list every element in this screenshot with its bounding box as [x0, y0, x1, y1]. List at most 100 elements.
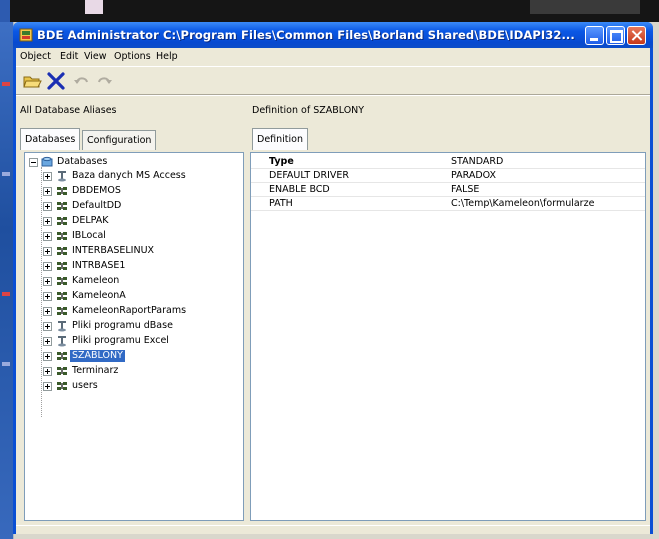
menu-object[interactable]: Object [20, 51, 51, 62]
tree-item-label: INTERBASELINUX [72, 245, 155, 256]
tree-item[interactable]: SZABLONY [25, 349, 235, 364]
tab-definition[interactable]: Definition [252, 128, 309, 150]
menu-divider [16, 66, 650, 67]
odbc-icon [58, 321, 66, 332]
tree-item-label: DBDEMOS [72, 185, 121, 196]
tree-item[interactable]: users [25, 379, 235, 394]
tree-item[interactable]: Terminarz [25, 364, 235, 379]
title-bar[interactable]: BDE Administrator C:\Program Files\Commo… [13, 22, 653, 48]
tree-item-label: Baza danych MS Access [72, 170, 186, 181]
database-icon [57, 202, 67, 210]
definition-grid[interactable]: Type STANDARD DEFAULT DRIVER PARADOX ENABLE … [250, 152, 646, 521]
menu-edit[interactable]: Edit [60, 51, 78, 62]
tree-item[interactable]: KameleonRaportParams [25, 304, 235, 319]
tree-root[interactable]: Databases [25, 155, 235, 170]
tree-item-label: IBLocal [72, 230, 106, 241]
window-client-area: Object Edit View Options Help All Databa… [16, 48, 650, 534]
tree-item[interactable]: Pliki programu dBase [25, 319, 235, 334]
database-icon [57, 352, 67, 360]
tab-databases[interactable]: Databases [20, 128, 81, 150]
status-bar [16, 525, 650, 535]
menu-view[interactable]: View [84, 51, 107, 62]
tree-item-label: Pliki programu Excel [72, 335, 169, 346]
expand-icon[interactable] [43, 172, 52, 181]
definition-key: Type [269, 156, 294, 167]
panel-splitter[interactable] [245, 103, 249, 523]
tree-root-label: Databases [57, 156, 108, 167]
tree-item-label: users [72, 380, 98, 391]
databases-folder-icon [41, 156, 53, 167]
maximize-button[interactable] [606, 26, 625, 45]
tree-item-label: KameleonA [72, 290, 126, 301]
expand-icon[interactable] [43, 202, 52, 211]
tree-item-label: DELPAK [72, 215, 109, 226]
minimize-button[interactable] [585, 26, 604, 45]
definition-row[interactable]: Type STANDARD [251, 155, 645, 169]
tree-item-label: Pliki programu dBase [72, 320, 173, 331]
definition-key: DEFAULT DRIVER [269, 170, 349, 181]
close-button[interactable] [627, 26, 646, 45]
database-icon [57, 292, 67, 300]
tree-item-label: INTRBASE1 [72, 260, 126, 271]
database-icon [57, 382, 67, 390]
expand-icon[interactable] [43, 247, 52, 256]
expand-icon[interactable] [43, 337, 52, 346]
desktop-top-strip [0, 0, 659, 22]
menu-options[interactable]: Options [114, 51, 151, 62]
tree-item[interactable]: Pliki programu Excel [25, 334, 235, 349]
database-icon [57, 247, 67, 255]
tree-item-label: Kameleon [72, 275, 120, 286]
definition-row[interactable]: DEFAULT DRIVER PARADOX [251, 169, 645, 183]
tree-item[interactable]: DBDEMOS [25, 184, 235, 199]
tree-item-label: SZABLONY [70, 350, 125, 362]
tree-item[interactable]: Kameleon [25, 274, 235, 289]
definition-value[interactable]: C:\Temp\Kameleon\formularze [451, 198, 594, 209]
tree-item[interactable]: IBLocal [25, 229, 235, 244]
window-title: BDE Administrator C:\Program Files\Commo… [37, 28, 575, 42]
database-icon [57, 187, 67, 195]
database-icon [57, 217, 67, 225]
expand-icon[interactable] [43, 187, 52, 196]
definition-value[interactable]: STANDARD [451, 156, 503, 167]
database-icon [57, 277, 67, 285]
tree-item[interactable]: DELPAK [25, 214, 235, 229]
menu-bar: Object Edit View Options Help [16, 48, 650, 66]
bde-app-icon [19, 28, 33, 42]
tree-item[interactable]: KameleonA [25, 289, 235, 304]
definition-key: ENABLE BCD [269, 184, 330, 195]
odbc-icon [58, 171, 66, 182]
database-icon [57, 367, 67, 375]
database-tree[interactable]: Databases Baza danych MS Access DBDEMOS De… [24, 152, 244, 521]
expand-icon[interactable] [43, 352, 52, 361]
open-icon[interactable] [22, 71, 42, 91]
expand-icon[interactable] [43, 382, 52, 391]
aliases-header: All Database Aliases [20, 105, 117, 116]
tree-item[interactable]: DefaultDD [25, 199, 235, 214]
definition-value[interactable]: PARADOX [451, 170, 496, 181]
definition-row[interactable]: ENABLE BCD FALSE [251, 183, 645, 197]
collapse-icon[interactable] [29, 158, 38, 167]
database-icon [57, 307, 67, 315]
tab-configuration[interactable]: Configuration [82, 130, 157, 150]
bde-administrator-window: BDE Administrator C:\Program Files\Commo… [13, 22, 653, 534]
expand-icon[interactable] [43, 262, 52, 271]
database-icon [57, 232, 67, 240]
definition-header: Definition of SZABLONY [252, 105, 365, 116]
expand-icon[interactable] [43, 307, 52, 316]
definition-row[interactable]: PATH C:\Temp\Kameleon\formularze [251, 197, 645, 211]
tree-item[interactable]: INTERBASELINUX [25, 244, 235, 259]
expand-icon[interactable] [43, 322, 52, 331]
redo-icon[interactable] [94, 71, 114, 91]
expand-icon[interactable] [43, 232, 52, 241]
expand-icon[interactable] [43, 277, 52, 286]
expand-icon[interactable] [43, 292, 52, 301]
expand-icon[interactable] [43, 217, 52, 226]
odbc-icon [58, 336, 66, 347]
undo-icon[interactable] [72, 71, 92, 91]
tree-item[interactable]: INTRBASE1 [25, 259, 235, 274]
definition-value[interactable]: FALSE [451, 184, 479, 195]
tree-item[interactable]: Baza danych MS Access [25, 169, 235, 184]
delete-icon[interactable] [46, 71, 66, 91]
expand-icon[interactable] [43, 367, 52, 376]
menu-help[interactable]: Help [156, 51, 178, 62]
